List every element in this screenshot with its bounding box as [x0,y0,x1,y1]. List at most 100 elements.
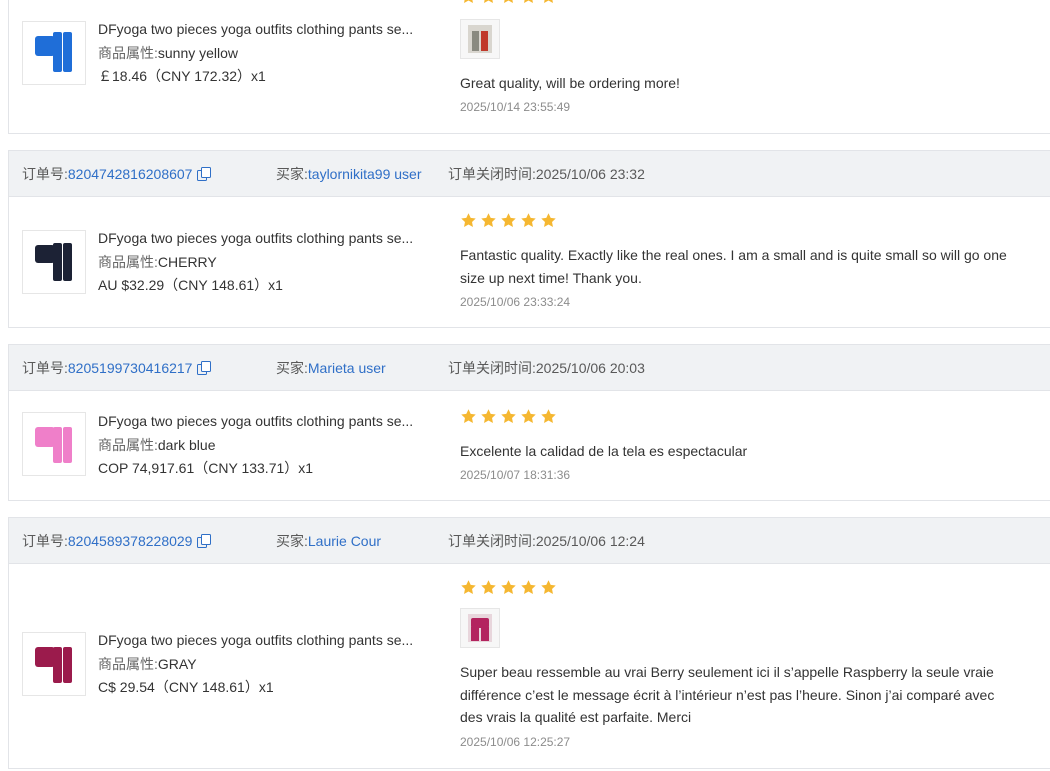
review-text: Fantastic quality. Exactly like the real… [460,244,1045,289]
buyer: 买家: taylornikita99 user [276,164,422,184]
review-time: 2025/10/06 12:25:27 [460,734,571,749]
star-icon [481,580,496,594]
order-number: 订单号: 8205199730416217 [22,358,212,378]
copy-icon[interactable] [197,361,212,375]
star-icon [501,213,516,227]
order-header: 订单号: 8205199730416217 买家: Marieta user 订… [9,345,1050,391]
rating-stars [460,408,1045,426]
order-header: 订单号: 8204742816208607 买家: taylornikita99… [9,151,1050,197]
review-text-line: size up next time! Thank you. [460,269,642,286]
order-card: 订单号: 8204742816208607 买家: taylornikita99… [8,150,1050,328]
product-info: DFyoga two pieces yoga outfits clothing … [98,629,428,700]
product-thumbnail[interactable] [22,230,86,294]
order-card: 订单号: 8205199730416217 买家: Marieta user 订… [8,344,1050,501]
attr-value: CHERRY [157,253,217,270]
product-info: DFyoga two pieces yoga outfits clothing … [98,18,428,89]
rating-stars [460,212,1045,230]
product-attr: 商品属性:dark blue [98,434,428,458]
product-thumbnail[interactable] [22,412,86,476]
review-text-line: Super beau ressemble au vrai Berry seule… [460,664,994,680]
product-title[interactable]: DFyoga two pieces yoga outfits clothing … [98,410,428,434]
star-icon [521,409,536,423]
attr-value: sunny yellow [157,44,239,61]
product-attr: 商品属性:GRAY [98,653,428,677]
star-icon [461,409,476,423]
attr-label: 商品属性: [98,655,158,672]
star-icon [541,580,556,594]
product-info: DFyoga two pieces yoga outfits clothing … [98,227,428,298]
review: Great quality, will be ordering more! 20… [460,0,1045,114]
star-icon [541,409,556,423]
order-number: 订单号: 8204742816208607 [22,164,212,184]
product-title[interactable]: DFyoga two pieces yoga outfits clothing … [98,18,428,42]
buyer-link[interactable]: taylornikita99 user [308,166,422,182]
order-number: 订单号: 8204589378228029 [22,531,212,551]
order-card: DFyoga two pieces yoga outfits clothing … [8,0,1050,134]
product-image-icon [35,32,72,72]
product-image-icon [35,427,72,463]
review: Super beau ressemble au vrai Berry seule… [460,579,1045,749]
star-icon [484,0,493,3]
close-time-label: 订单关闭时间: [448,165,536,182]
copy-icon[interactable] [197,534,212,548]
review-text-line: différence c’est le message écrit à l’in… [460,686,995,703]
product-price: C$ 29.54（CNY 148.61）x1 [98,679,274,695]
review-text-line: des vrais la qualité est parfaite. Merci [460,709,692,725]
buyer: 买家: Marieta user [276,358,386,378]
star-icon [481,409,496,423]
close-time-label: 订单关闭时间: [448,532,536,549]
review-time: 2025/10/06 23:33:24 [460,295,571,309]
review-text: Excelente la calidad de la tela es espec… [460,443,748,459]
buyer-label: 买家: [276,165,308,182]
star-icon [504,0,513,3]
attr-value: GRAY [157,655,197,672]
buyer: 买家: Laurie Cour [276,531,381,551]
order-number-label: 订单号: [22,532,68,549]
star-icon [541,213,556,227]
close-time-label: 订单关闭时间: [448,359,536,376]
product-price: ￡18.46（CNY 172.32）x1 [98,68,266,84]
star-icon [461,580,476,594]
star-icon [521,580,536,594]
rating-stars [460,0,1045,6]
review-text: Super beau ressemble au vrai Berry seule… [460,661,1045,729]
star-icon [524,0,533,3]
review-photo[interactable] [460,608,500,648]
copy-icon[interactable] [197,167,212,181]
review: Excelente la calidad de la tela es espec… [460,408,1045,482]
close-time-value: 2025/10/06 20:03 [535,359,645,376]
order-header: 订单号: 8204589378228029 买家: Laurie Cour 订单… [9,518,1050,564]
buyer-link[interactable]: Marieta user [308,360,386,376]
product-title[interactable]: DFyoga two pieces yoga outfits clothing … [98,629,428,653]
star-icon [544,0,553,3]
star-icon [501,409,516,423]
star-icon [521,213,536,227]
star-icon [501,580,516,594]
close-time-value: 2025/10/06 12:24 [535,532,645,549]
product-price: COP 74,917.61（CNY 133.71）x1 [98,460,314,476]
buyer-label: 买家: [276,359,308,376]
attr-label: 商品属性: [98,253,158,270]
order-number-label: 订单号: [22,359,68,376]
order-number-link[interactable]: 8205199730416217 [68,360,193,376]
product-thumbnail[interactable] [22,21,86,85]
star-icon [461,213,476,227]
close-time: 订单关闭时间: 2025/10/06 23:32 [448,164,645,184]
review-time: 2025/10/07 18:31:36 [460,467,571,482]
review-photo-icon [468,25,492,53]
order-number-label: 订单号: [22,165,68,182]
review-photo[interactable] [460,19,500,59]
order-number-link[interactable]: 8204742816208607 [68,166,193,182]
order-card: 订单号: 8204589378228029 买家: Laurie Cour 订单… [8,517,1050,769]
product-attr: 商品属性:sunny yellow [98,42,428,66]
product-image-icon [35,647,72,683]
product-thumbnail[interactable] [22,632,86,696]
close-time: 订单关闭时间: 2025/10/06 12:24 [448,531,645,551]
order-number-link[interactable]: 8204589378228029 [68,533,193,549]
product-title[interactable]: DFyoga two pieces yoga outfits clothing … [98,227,428,251]
buyer-link[interactable]: Laurie Cour [308,533,381,549]
rating-stars [460,579,1045,597]
buyer-label: 买家: [276,532,308,549]
product-info: DFyoga two pieces yoga outfits clothing … [98,410,428,481]
reviews-page: DFyoga two pieces yoga outfits clothing … [0,0,1050,771]
